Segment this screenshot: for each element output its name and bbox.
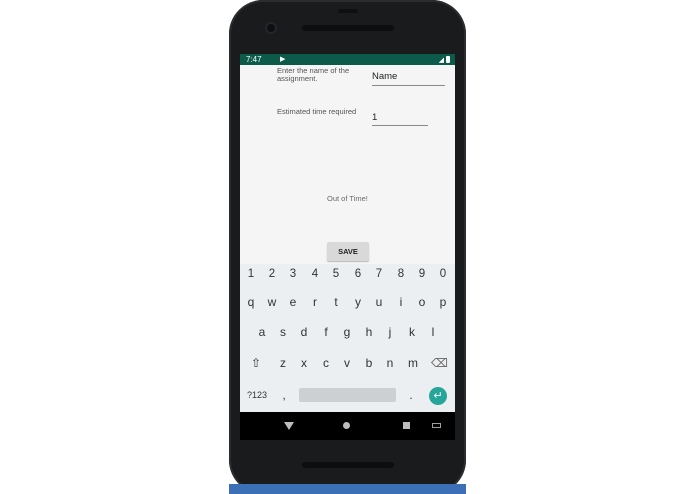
key-e[interactable]: e (287, 295, 299, 309)
play-icon: ▶ (280, 56, 286, 63)
shift-icon[interactable]: ⇧ (249, 356, 263, 370)
key-7[interactable]: 7 (373, 268, 385, 280)
key-8[interactable]: 8 (395, 268, 407, 280)
background-strip (229, 484, 466, 494)
key-s[interactable]: s (277, 325, 289, 339)
key-q[interactable]: q (245, 295, 257, 309)
key-n[interactable]: n (384, 356, 396, 370)
key-g[interactable]: g (341, 325, 353, 339)
keyboard-number-row: 1 2 3 4 5 6 7 8 9 0 (240, 268, 455, 284)
key-u[interactable]: u (373, 295, 385, 309)
key-5[interactable]: 5 (330, 268, 342, 280)
key-t[interactable]: t (330, 295, 342, 309)
status-time: 7:47 (246, 55, 262, 64)
key-p[interactable]: p (437, 295, 449, 309)
back-triangle-icon[interactable] (284, 422, 294, 430)
status-bar: 7:47 ▶ ◢ (240, 54, 455, 65)
home-circle-icon[interactable] (343, 422, 350, 429)
key-b[interactable]: b (363, 356, 375, 370)
key-y[interactable]: y (352, 295, 364, 309)
key-comma[interactable]: , (280, 388, 288, 402)
space-bar[interactable] (299, 388, 396, 402)
key-w[interactable]: w (266, 295, 278, 309)
key-d[interactable]: d (298, 325, 310, 339)
time-label: Estimated time required (277, 107, 357, 116)
soft-keyboard: 1 2 3 4 5 6 7 8 9 0 q w e r t y u i o p … (240, 264, 455, 412)
key-period[interactable]: . (407, 388, 415, 402)
recents-square-icon[interactable] (403, 422, 410, 429)
key-z[interactable]: z (277, 356, 289, 370)
key-a[interactable]: a (256, 325, 268, 339)
key-9[interactable]: 9 (416, 268, 428, 280)
keyboard-row-1: q w e r t y u i o p (240, 295, 455, 311)
key-c[interactable]: c (320, 356, 332, 370)
save-button[interactable]: SAVE (327, 242, 369, 261)
key-o[interactable]: o (416, 295, 428, 309)
key-i[interactable]: i (395, 295, 407, 309)
key-6[interactable]: 6 (352, 268, 364, 280)
key-x[interactable]: x (298, 356, 310, 370)
key-j[interactable]: j (384, 325, 396, 339)
key-0[interactable]: 0 (437, 268, 449, 280)
keyboard-icon[interactable] (432, 423, 441, 428)
symbols-key[interactable]: ?123 (245, 390, 269, 400)
key-v[interactable]: v (341, 356, 353, 370)
earpiece-speaker (302, 25, 394, 31)
assignment-name-label: Enter the name of the assignment. (277, 66, 350, 83)
time-input[interactable]: 1 (372, 112, 428, 126)
key-m[interactable]: m (406, 356, 420, 370)
keyboard-row-2: a s d f g h j k l (240, 325, 455, 341)
phone-screen: 7:47 ▶ ◢ Enter the name of the assignmen… (240, 54, 455, 440)
key-l[interactable]: l (427, 325, 439, 339)
backspace-icon[interactable]: ⌫ (431, 356, 448, 370)
assignment-name-input[interactable]: Name (372, 71, 445, 86)
signal-icon: ◢ (438, 57, 444, 64)
key-2[interactable]: 2 (266, 268, 278, 280)
key-1[interactable]: 1 (245, 268, 257, 280)
phone-notch (338, 9, 358, 13)
enter-icon[interactable]: ↵ (429, 387, 447, 405)
key-h[interactable]: h (363, 325, 375, 339)
key-4[interactable]: 4 (309, 268, 321, 280)
key-k[interactable]: k (406, 325, 418, 339)
battery-icon (446, 56, 450, 63)
status-message: Out of Time! (327, 194, 368, 203)
bottom-speaker (302, 462, 394, 468)
key-f[interactable]: f (320, 325, 332, 339)
camera-icon (267, 24, 275, 32)
key-r[interactable]: r (309, 295, 321, 309)
navigation-bar (240, 412, 455, 440)
key-3[interactable]: 3 (287, 268, 299, 280)
keyboard-row-3: ⇧ z x c v b n m ⌫ (240, 356, 455, 372)
